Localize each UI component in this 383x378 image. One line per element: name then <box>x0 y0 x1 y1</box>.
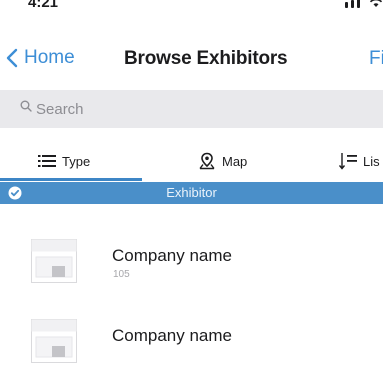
list-item[interactable]: Company name <box>0 298 383 378</box>
map-pin-icon <box>199 152 215 170</box>
tab-list-label: Lis <box>363 153 380 169</box>
search-input[interactable] <box>34 97 358 121</box>
placeholder-logo-icon <box>31 319 77 363</box>
exhibitor-name: Company name <box>112 326 233 345</box>
exhibitor-booth: 105 <box>113 269 130 280</box>
placeholder-logo-icon <box>31 239 77 283</box>
tab-map[interactable]: Map <box>198 140 247 182</box>
page-title: Browse Exhibitors <box>124 48 288 69</box>
tab-map-label: Map <box>222 153 248 169</box>
nav-right-button[interactable]: Fi <box>369 48 383 70</box>
list-item[interactable]: Company name 105 <box>0 218 383 298</box>
active-tab-indicator <box>0 178 142 181</box>
tab-type-label: Type <box>62 153 91 169</box>
tab-list[interactable]: Lis <box>339 140 380 182</box>
chevron-left-icon <box>6 48 18 68</box>
filter-tabs: Type Map Lis <box>0 140 383 182</box>
sort-list-icon <box>339 153 357 170</box>
wifi-icon <box>369 0 383 7</box>
status-time: 4:21 <box>28 0 59 11</box>
tab-type[interactable]: Type <box>38 140 90 182</box>
back-button[interactable]: Home <box>6 47 75 69</box>
exhibitor-name: Company name <box>112 246 233 265</box>
status-icons <box>345 0 383 8</box>
section-title: Exhibitor <box>166 185 217 200</box>
search-icon <box>20 100 32 112</box>
list-icon <box>38 155 56 167</box>
signal-icon <box>345 2 348 8</box>
back-label: Home <box>24 47 75 68</box>
